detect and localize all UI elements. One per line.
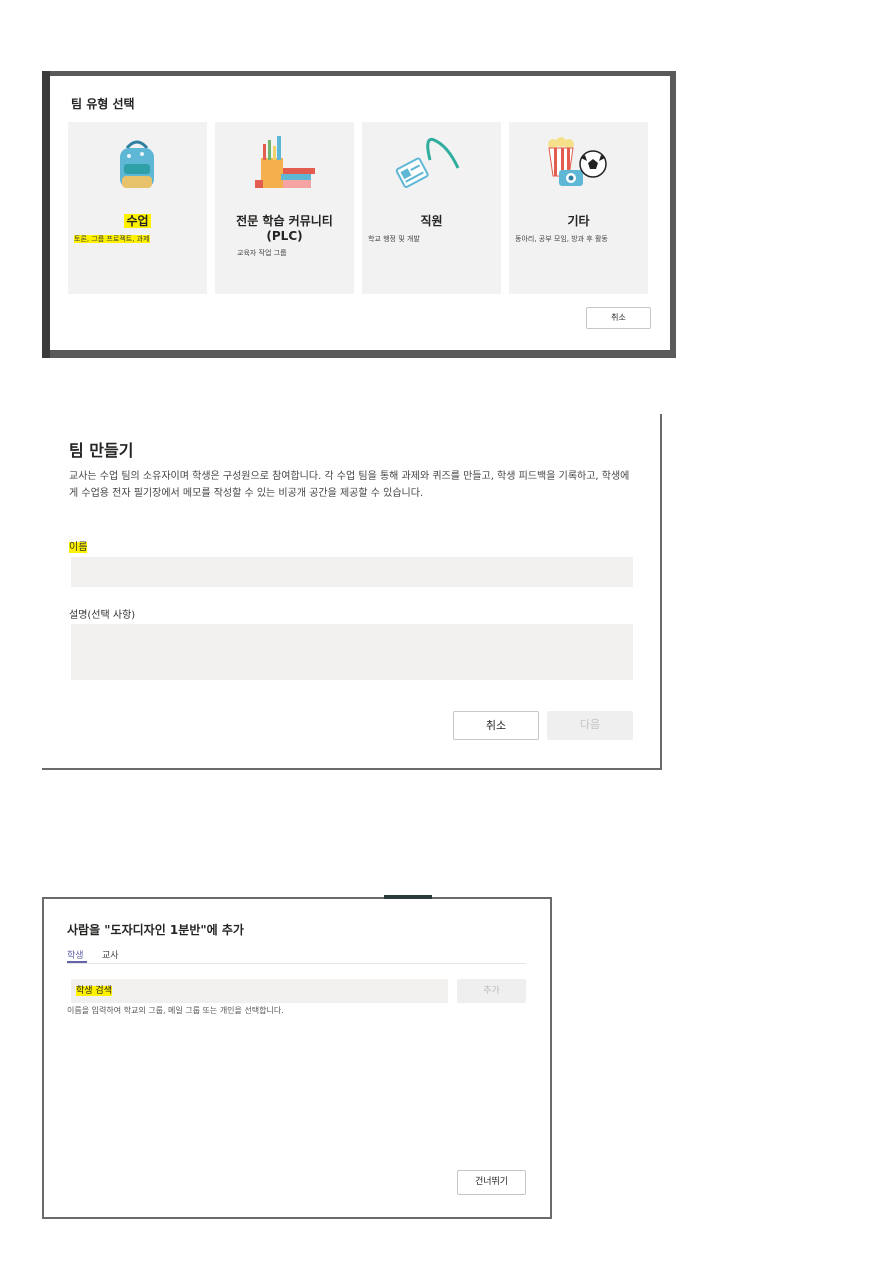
tab-students[interactable]: 학생 — [67, 948, 84, 961]
description-label: 설명(선택 사항) — [69, 610, 136, 621]
page-title: 팀 만들기 — [69, 441, 134, 460]
cancel-button[interactable]: 취소 — [453, 711, 539, 740]
team-type-card-class[interactable]: 수업 토론, 그룹 프로젝트, 과제 — [68, 122, 207, 294]
skip-button[interactable]: 건너뛰기 — [457, 1170, 526, 1195]
name-input[interactable] — [71, 557, 633, 587]
card-description: 교육자 작업 그룹 — [237, 249, 287, 257]
backdrop-strip — [384, 895, 432, 899]
student-search-input[interactable]: 학생 검색 — [71, 979, 448, 1003]
tab-teachers[interactable]: 교사 — [102, 948, 119, 961]
card-description: 학교 행정 및 개발 — [368, 235, 420, 243]
card-description: 동아리, 공부 모임, 방과 후 활동 — [515, 235, 608, 243]
card-title: 전문 학습 커뮤니티 — [236, 214, 333, 228]
panel-border-right — [660, 414, 662, 770]
active-tab-indicator — [67, 961, 87, 963]
books-pencils-icon — [215, 134, 354, 194]
add-button[interactable]: 추가 — [457, 979, 526, 1003]
name-label: 이름 — [69, 542, 88, 553]
next-button[interactable]: 다음 — [547, 711, 633, 740]
card-title: 직원 — [420, 214, 443, 228]
card-title: 기타 — [567, 214, 590, 228]
team-type-dialog: 팀 유형 선택 수업 토론, 그룹 프로젝트, 과제 전문 학습 커뮤니티 (P… — [50, 76, 670, 350]
cancel-button[interactable]: 취소 — [586, 307, 651, 329]
description-input[interactable] — [71, 624, 633, 680]
backdrop-strip — [42, 71, 50, 358]
team-type-card-plc[interactable]: 전문 학습 커뮤니티 (PLC) 교육자 작업 그룹 — [215, 122, 354, 294]
team-description-text: 교사는 수업 팀의 소유자이며 학생은 구성원으로 참여합니다. 각 수업 팀을… — [69, 471, 630, 499]
dialog-title: 사람을 "도자디자인 1분반"에 추가 — [67, 923, 244, 937]
team-type-card-other[interactable]: 기타 동아리, 공부 모임, 방과 후 활동 — [509, 122, 648, 294]
team-type-card-staff[interactable]: 직원 학교 행정 및 개발 — [362, 122, 501, 294]
tab-divider — [67, 963, 526, 964]
search-placeholder: 학생 검색 — [76, 986, 112, 996]
card-title: 수업 — [124, 214, 151, 228]
popcorn-camera-ball-icon — [509, 134, 648, 194]
search-help-text: 이름을 입력하여 학교의 그룹, 메일 그룹 또는 개인을 선택합니다. — [67, 1006, 284, 1015]
backpack-icon — [68, 134, 207, 194]
card-title-subtitle: (PLC) — [266, 229, 303, 243]
dialog-title: 팀 유형 선택 — [71, 97, 135, 111]
panel-border-bottom — [42, 768, 662, 770]
id-badge-icon — [362, 134, 501, 194]
card-description: 토론, 그룹 프로젝트, 과제 — [74, 235, 150, 243]
